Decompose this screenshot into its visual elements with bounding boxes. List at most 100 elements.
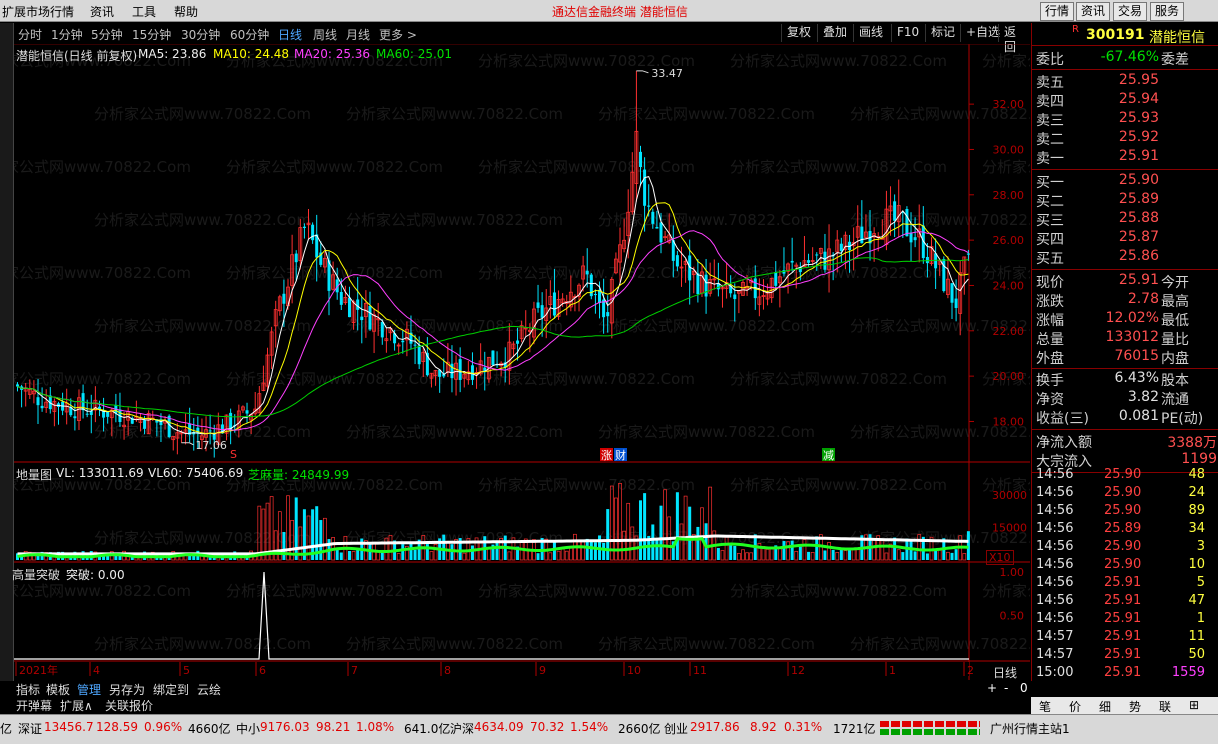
market-button[interactable]: 行情: [1040, 2, 1075, 21]
flow-value: 3388万: [1167, 435, 1217, 451]
tick-time: 15:00: [1036, 665, 1074, 680]
index-cy-amount: 1721亿: [833, 722, 876, 736]
volume-bar: [643, 493, 647, 560]
back-button[interactable]: 返回: [998, 24, 1030, 54]
bid-level-label: 买三: [1036, 213, 1064, 229]
period-30min[interactable]: 30分钟: [181, 26, 220, 43]
vl60-label: VL60: 75406.69: [148, 466, 244, 480]
candle-body: [733, 294, 737, 300]
draw-button[interactable]: 画线: [853, 24, 888, 42]
info-button[interactable]: 资讯: [1076, 2, 1111, 21]
server-name[interactable]: 广州行情主站1: [990, 720, 1070, 737]
index-cy-value: 2917.86: [690, 720, 740, 734]
tab-template[interactable]: 模板: [46, 681, 70, 698]
period-daily[interactable]: 日线: [278, 26, 302, 43]
index-zx-name[interactable]: 中小: [236, 720, 260, 737]
ask-price: 25.94: [1118, 91, 1159, 107]
date-label: 12: [791, 664, 805, 677]
low-price-label: 17.06: [195, 439, 227, 452]
price-tick-label: 32.00: [993, 98, 1025, 111]
bid-level-row[interactable]: 买五 25.86: [1032, 248, 1218, 267]
menu-tools[interactable]: 工具: [132, 3, 156, 20]
candle-body: [143, 420, 147, 429]
index-hs-amount: 2660亿: [618, 722, 661, 736]
overlay-button[interactable]: 叠加: [817, 24, 852, 42]
menu-news[interactable]: 资讯: [90, 3, 114, 20]
candle-body: [585, 270, 589, 275]
tick-price: 25.91: [1104, 629, 1142, 644]
ask-level-row[interactable]: 卖四 25.94: [1032, 91, 1218, 110]
tick-time: 14:56: [1036, 539, 1074, 554]
watermark-text: 分析家公式网www.70822.Com: [478, 370, 695, 388]
tab-indicator[interactable]: 指标: [16, 681, 40, 698]
menu-extended-market[interactable]: 扩展市场行情: [2, 3, 74, 20]
watermark-text: 分析家公式网www.70822.Com: [94, 105, 311, 123]
period-1min[interactable]: 1分钟: [51, 26, 83, 43]
volume-bar: [696, 526, 700, 560]
stat-value: 2.78: [1127, 291, 1159, 307]
extend-toggle[interactable]: 扩展∧: [60, 697, 93, 714]
tab-save-as[interactable]: 另存为: [109, 681, 145, 698]
ask-level-row[interactable]: 卖二 25.92: [1032, 129, 1218, 148]
tick-time: 14:56: [1036, 485, 1074, 500]
tick-row: 14:56 25.90 48: [1032, 467, 1218, 485]
tab-trades[interactable]: 笔: [1039, 698, 1051, 715]
tab-cloud-draw[interactable]: 云绘: [197, 681, 221, 698]
tab-manage[interactable]: 管理: [77, 681, 101, 698]
bid-level-label: 买一: [1036, 175, 1064, 191]
stat-label: 总量: [1036, 332, 1064, 348]
tick-time: 14:56: [1036, 611, 1074, 626]
stat-value: 76015: [1114, 348, 1159, 364]
ask-level-row[interactable]: 卖三 25.93: [1032, 110, 1218, 129]
tick-volume: 48: [1188, 467, 1205, 482]
index-sz-name[interactable]: 深证: [18, 720, 42, 737]
zoom-reset-button[interactable]: 0: [1020, 681, 1028, 695]
kline-chart-area[interactable]: 分析家公式网www.70822.Com 分析家公式网www.70822.Com 分析…: [0, 43, 1218, 680]
period-tick[interactable]: 分时: [18, 26, 42, 43]
date-label: 10: [627, 664, 641, 677]
candle-body: [774, 272, 778, 286]
tab-more-icon[interactable]: ⊞: [1189, 698, 1199, 712]
bid-level-row[interactable]: 买二 25.89: [1032, 191, 1218, 210]
related-quote-tab[interactable]: 关联报价: [105, 697, 153, 714]
danmaku-toggle[interactable]: 开弹幕: [16, 697, 52, 714]
bid-level-row[interactable]: 买一 25.90: [1032, 172, 1218, 191]
event-mark-jian: 减: [823, 449, 834, 462]
period-weekly[interactable]: 周线: [313, 26, 337, 43]
tab-related[interactable]: 联: [1159, 698, 1171, 715]
watermark-text: 分析家公式网www.70822.Com: [982, 158, 1030, 176]
ask-price: 25.95: [1118, 72, 1159, 88]
restore-rights-button[interactable]: 复权: [781, 24, 816, 42]
ask-level-row[interactable]: 卖一 25.91: [1032, 148, 1218, 167]
volume-bar: [934, 549, 938, 560]
mark-button[interactable]: 标记: [925, 24, 960, 42]
menu-help[interactable]: 帮助: [174, 3, 198, 20]
watermark-text: 分析家公式网www.70822.Com: [14, 264, 191, 282]
f10-button[interactable]: F10: [891, 24, 924, 42]
tab-detail[interactable]: 细: [1099, 698, 1111, 715]
tab-trend[interactable]: 势: [1129, 698, 1141, 715]
bid-level-row[interactable]: 买四 25.87: [1032, 229, 1218, 248]
zoom-in-button[interactable]: +: [987, 681, 997, 695]
index-cy-name[interactable]: 创业: [664, 720, 688, 737]
candle-body: [954, 298, 958, 308]
watermark-text: 分析家公式网www.70822.Com: [730, 158, 947, 176]
index-hs-name[interactable]: 沪深: [450, 720, 474, 737]
bid-level-row[interactable]: 买三 25.88: [1032, 210, 1218, 229]
volume-bar: [810, 552, 815, 561]
ask-level-row[interactable]: 卖五 25.95: [1032, 72, 1218, 91]
volume-bar: [831, 549, 835, 560]
service-button[interactable]: 服务: [1150, 2, 1185, 21]
volume-bar: [442, 534, 446, 560]
tab-price[interactable]: 价: [1069, 698, 1081, 715]
period-more[interactable]: 更多 >: [379, 26, 417, 43]
tab-bind-to[interactable]: 绑定到: [153, 681, 189, 698]
trade-button[interactable]: 交易: [1113, 2, 1148, 21]
zoom-out-button[interactable]: -: [1004, 681, 1008, 695]
tick-volume: 10: [1188, 557, 1205, 572]
period-60min[interactable]: 60分钟: [230, 26, 269, 43]
period-5min[interactable]: 5分钟: [91, 26, 123, 43]
period-monthly[interactable]: 月线: [346, 26, 370, 43]
period-15min[interactable]: 15分钟: [132, 26, 171, 43]
watermark-text: 分析家公式网www.70822.Com: [982, 582, 1030, 600]
